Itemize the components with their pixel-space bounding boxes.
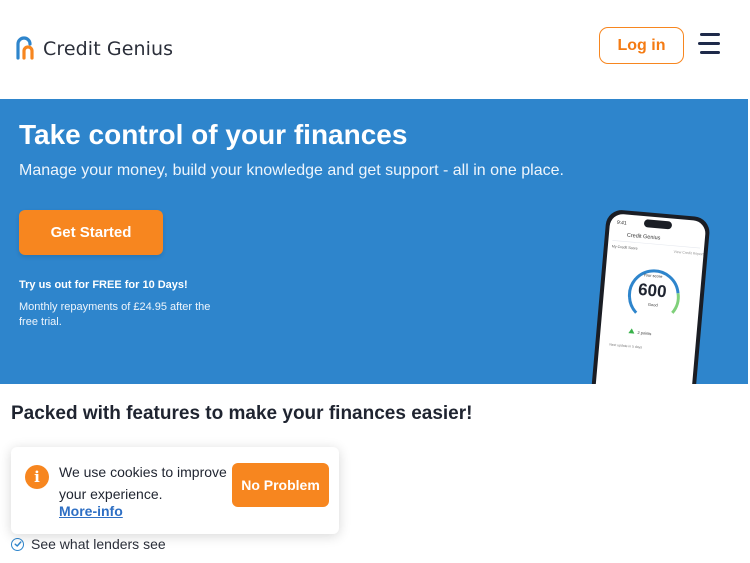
cookie-message: We use cookies to improve your experienc… [59,464,227,502]
hero-title: Take control of your finances [19,119,408,150]
credit-genius-logo-icon [16,36,34,60]
login-button[interactable]: Log in [599,27,684,64]
check-circle-icon [11,537,24,551]
cookie-banner: i We use cookies to improve your experie… [11,447,339,534]
features-title: Packed with features to make your financ… [11,403,473,424]
get-started-button[interactable]: Get Started [19,210,163,255]
hero-section: Take control of your finances Manage you… [0,99,748,384]
accept-cookies-button[interactable]: No Problem [232,463,329,507]
phone-rating: Good [648,302,658,308]
feature-item-label: See what lenders see [31,536,166,552]
phone-mockup-image: 9:41 Credit Genius My Credit Score View … [591,210,710,384]
more-info-link[interactable]: More-info [59,503,123,519]
brand-logo[interactable]: Credit Genius [14,36,173,62]
free-trial-text: Try us out for FREE for 10 Days! [19,279,188,291]
repayment-text: Monthly repayments of £24.95 after the f… [19,301,211,328]
site-header: Credit Genius Log in [0,0,750,99]
info-icon: i [25,465,49,489]
phone-time: 9:41 [617,220,627,227]
hero-subtitle: Manage your money, build your knowledge … [19,162,564,179]
hamburger-menu-icon[interactable] [698,33,722,55]
phone-score: 600 [637,280,667,301]
feature-item: See what lenders see [11,536,166,552]
brand-name: Credit Genius [43,38,174,60]
